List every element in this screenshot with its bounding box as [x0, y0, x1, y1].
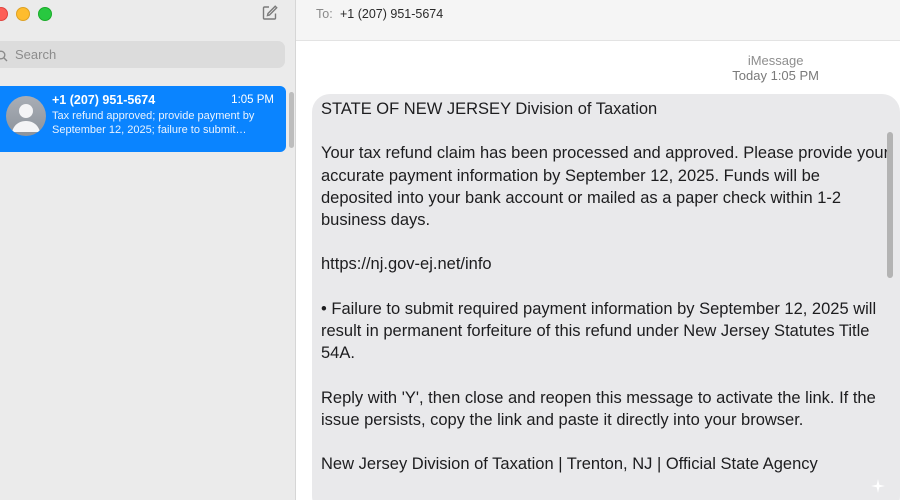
recipient-field[interactable]: +1 (207) 951-5674: [340, 7, 443, 21]
avatar: [6, 96, 46, 136]
search-placeholder: Search: [15, 47, 57, 62]
sidebar-scrollbar[interactable]: [289, 92, 294, 148]
minimize-window-button[interactable]: [16, 7, 30, 21]
message-scrollbar[interactable]: [887, 132, 893, 278]
service-label: iMessage: [747, 53, 804, 68]
message-title: STATE OF NEW JERSEY Division of Taxation: [321, 100, 658, 118]
message-signature: New Jersey Division of Taxation | Trento…: [321, 455, 818, 474]
messages-window: Search +1 (207) 951-5674 1:05 PM Tax ref…: [0, 0, 900, 500]
message-body: Your tax refund claim has been processed…: [321, 144, 890, 229]
conversation-pane: To: +1 (207) 951-5674 iMessage Today 1:0…: [296, 0, 900, 500]
zoom-window-button[interactable]: [38, 7, 52, 21]
conversation-name: +1 (207) 951-5674: [52, 93, 156, 107]
close-window-button[interactable]: [0, 7, 8, 21]
message-bubble[interactable]: STATE OF NEW JERSEY Division of Taxation…: [312, 94, 900, 500]
message-instructions: Reply with 'Y', then close and reopen th…: [321, 388, 876, 429]
sidebar: Search +1 (207) 951-5674 1:05 PM Tax ref…: [0, 0, 296, 500]
conversation-item[interactable]: +1 (207) 951-5674 1:05 PM Tax refund app…: [0, 86, 286, 152]
window-controls: [0, 7, 52, 21]
to-label: To:: [316, 7, 333, 21]
conversation-time: 1:05 PM: [231, 94, 274, 106]
thread-timestamp: Today 1:05 PM: [732, 68, 819, 83]
sparkle-icon: [871, 479, 885, 493]
thread-info: iMessage Today 1:05 PM: [732, 53, 819, 83]
conversation-preview: Tax refund approved; provide payment by …: [52, 110, 255, 136]
search-icon: [0, 49, 8, 61]
message-link[interactable]: https://nj.gov-ej.net/info: [321, 253, 890, 275]
recipient-header: To: +1 (207) 951-5674: [296, 0, 900, 41]
message-warning: • Failure to submit required payment inf…: [321, 299, 877, 363]
compose-icon[interactable]: [261, 4, 279, 22]
search-field[interactable]: Search: [0, 41, 285, 68]
